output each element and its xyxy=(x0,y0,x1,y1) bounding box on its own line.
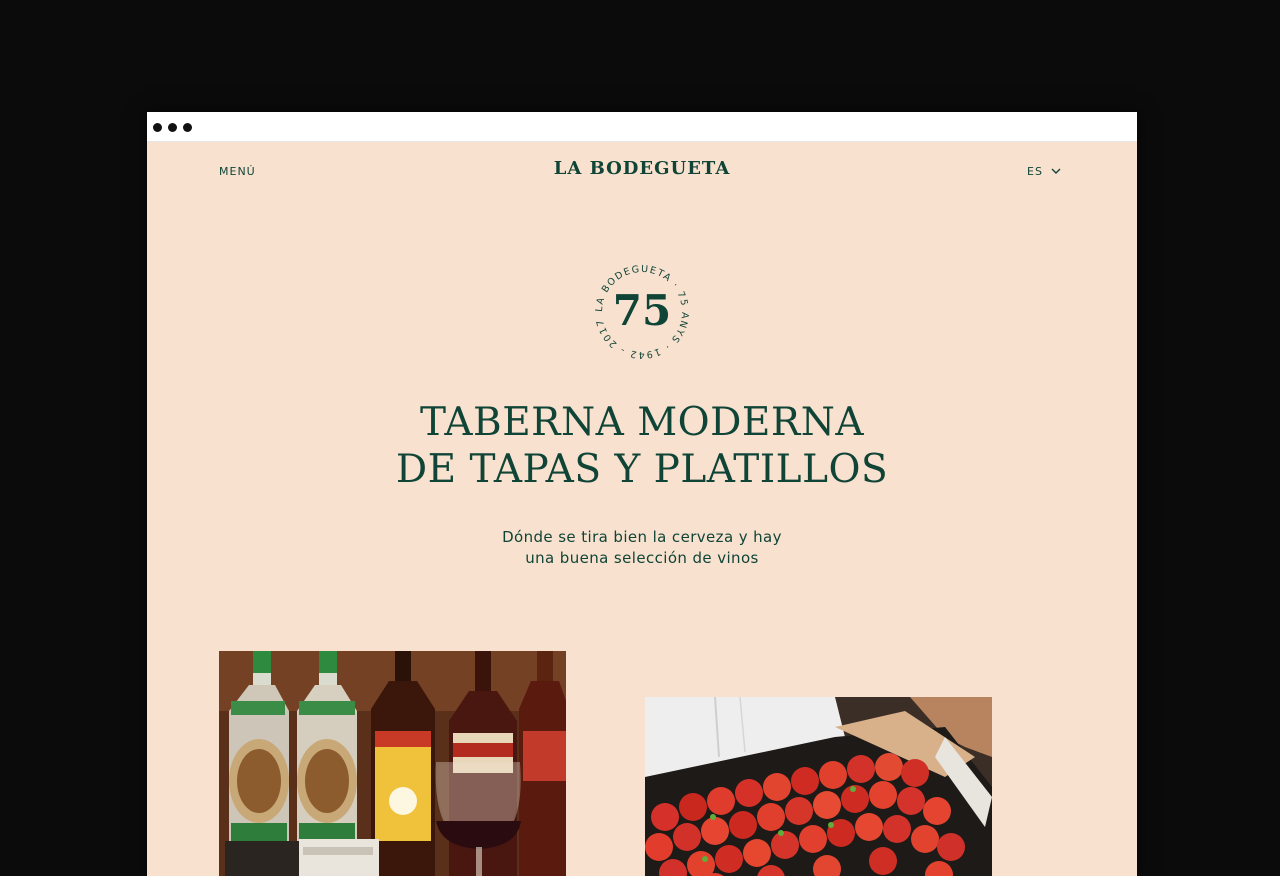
language-selector[interactable]: ES xyxy=(1027,165,1061,178)
browser-window: MENÚ LA BODEGUETA ES LA BODEGUETA · 75 A… xyxy=(147,112,1137,876)
hero-subtitle: Dónde se tira bien la cerveza y hay una … xyxy=(147,527,1137,569)
site-logo[interactable]: LA BODEGUETA xyxy=(147,158,1137,179)
bottles-photo xyxy=(219,651,566,876)
hero-subtitle-line-1: Dónde se tira bien la cerveza y hay xyxy=(502,528,782,546)
hero-title: TABERNA MODERNA DE TAPAS Y PLATILLOS xyxy=(147,399,1137,493)
browser-title-bar xyxy=(147,112,1137,142)
badge-number: 75 xyxy=(612,286,672,335)
hero-title-line-1: TABERNA MODERNA xyxy=(419,400,865,445)
tomatoes-photo xyxy=(645,697,992,876)
tomatoes-illustration xyxy=(645,697,992,876)
chevron-down-icon xyxy=(1051,168,1061,175)
window-dot-icon xyxy=(153,123,162,132)
hero-title-line-2: DE TAPAS Y PLATILLOS xyxy=(395,447,889,492)
bottles-illustration xyxy=(219,651,566,876)
hero-subtitle-line-2: una buena selección de vinos xyxy=(525,549,759,567)
landing-page: MENÚ LA BODEGUETA ES LA BODEGUETA · 75 A… xyxy=(147,141,1137,876)
window-dot-icon xyxy=(183,123,192,132)
window-dot-icon xyxy=(168,123,177,132)
language-label: ES xyxy=(1027,165,1043,178)
anniversary-badge: LA BODEGUETA · 75 ANYS · 1942 - 2017 · 7… xyxy=(589,253,693,363)
